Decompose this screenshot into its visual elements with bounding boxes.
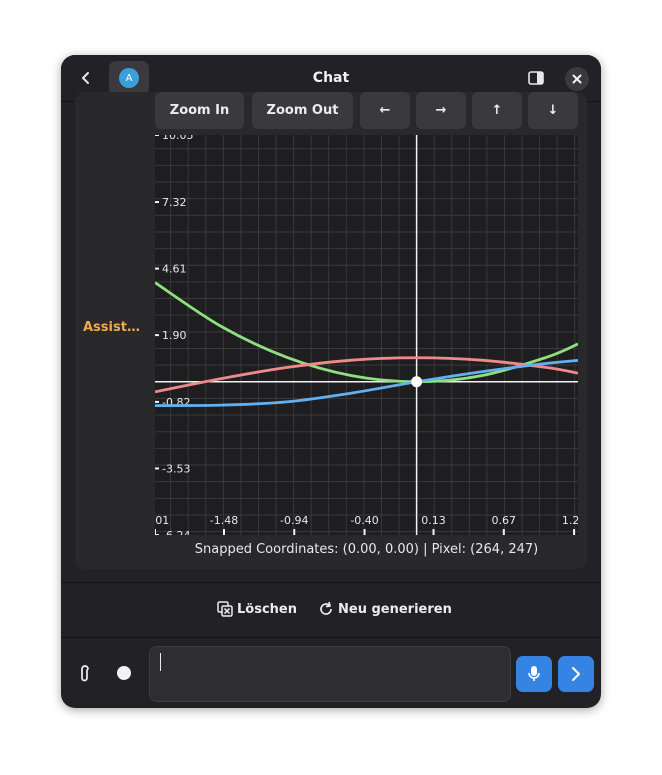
clear-label: Löschen bbox=[237, 601, 297, 617]
composer bbox=[61, 638, 601, 708]
x-tick-label: 0.67 bbox=[492, 514, 517, 527]
message-actions: Löschen Neu generieren bbox=[61, 583, 601, 637]
y-tick-label: 4.61 bbox=[162, 263, 187, 276]
sidebar-toggle-icon bbox=[528, 71, 544, 85]
x-tick-label: -0.40 bbox=[350, 514, 378, 527]
coordinates-readout: Snapped Coordinates: (0.00, 0.00) | Pixe… bbox=[194, 542, 539, 557]
back-arrow-icon bbox=[82, 72, 89, 84]
plot-background bbox=[155, 135, 578, 535]
chat-content: Assist… Zoom In Zoom Out ← → ↑ ↓ 10.05 7.… bbox=[61, 92, 601, 582]
x-tick-label: -2.01 bbox=[155, 514, 169, 527]
pan-down-button[interactable]: ↓ bbox=[528, 92, 578, 129]
sender-name: Assist… bbox=[83, 320, 140, 335]
x-tick-label: -0.94 bbox=[280, 514, 308, 527]
pan-left-button[interactable]: ← bbox=[360, 92, 410, 129]
zoom-out-button[interactable]: Zoom Out bbox=[252, 92, 353, 129]
text-caret bbox=[160, 653, 161, 671]
pan-up-button[interactable]: ↑ bbox=[472, 92, 522, 129]
record-indicator[interactable] bbox=[117, 666, 131, 680]
app-menu-button[interactable]: A bbox=[109, 61, 149, 95]
regenerate-label: Neu generieren bbox=[338, 601, 452, 617]
x-tick-label: 0.13 bbox=[421, 514, 446, 527]
microphone-button[interactable] bbox=[516, 656, 552, 692]
pan-right-button[interactable]: → bbox=[416, 92, 466, 129]
y-tick-label: -6.24 bbox=[162, 529, 190, 535]
close-icon bbox=[572, 74, 582, 84]
clear-icon bbox=[217, 601, 233, 617]
send-button[interactable] bbox=[558, 656, 594, 692]
sidebar-toggle-button[interactable] bbox=[525, 67, 547, 89]
zoom-in-button[interactable]: Zoom In bbox=[155, 92, 244, 129]
attach-button[interactable] bbox=[75, 662, 95, 686]
y-tick-label: 1.90 bbox=[162, 329, 187, 342]
close-button[interactable] bbox=[565, 67, 589, 91]
y-tick-label: 10.05 bbox=[162, 135, 194, 142]
paperclip-icon bbox=[81, 665, 89, 682]
y-tick-label: 7.32 bbox=[162, 196, 187, 209]
snap-point-marker bbox=[411, 376, 423, 388]
send-arrow-icon bbox=[572, 667, 580, 681]
avatar: A bbox=[119, 68, 139, 88]
function-plot[interactable]: 10.057.324.611.90-0.82-3.53-6.24-2.01-1.… bbox=[155, 135, 578, 535]
refresh-icon bbox=[320, 601, 332, 615]
message-input[interactable] bbox=[149, 646, 511, 702]
plot-canvas[interactable]: 10.057.324.611.90-0.82-3.53-6.24-2.01-1.… bbox=[155, 135, 578, 535]
back-button[interactable] bbox=[73, 65, 99, 91]
clear-button[interactable]: Löschen bbox=[217, 597, 297, 621]
regenerate-button[interactable]: Neu generieren bbox=[318, 597, 452, 621]
microphone-icon bbox=[528, 666, 540, 681]
x-tick-label: -1.48 bbox=[210, 514, 238, 527]
chat-window: A Chat Assist… Zoom In Zoom Out ← → ↑ ↓ … bbox=[61, 55, 601, 708]
x-tick-label: 1.21 bbox=[562, 514, 578, 527]
y-tick-label: -3.53 bbox=[162, 462, 190, 475]
